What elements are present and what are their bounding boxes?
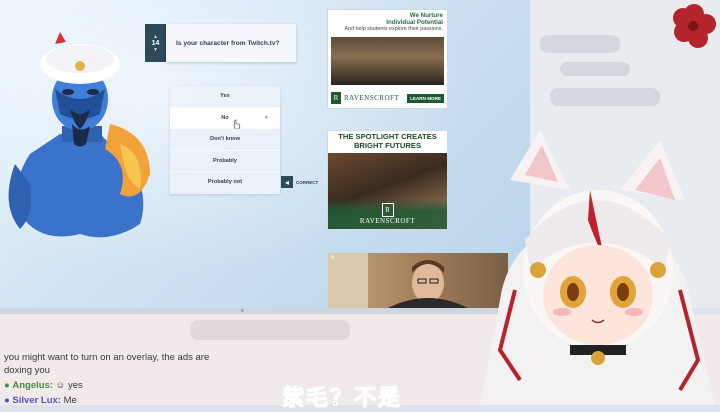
genie-mascot-image bbox=[8, 32, 150, 238]
answer-label: Probably bbox=[213, 157, 237, 164]
ad-headline-line1: We Nurture bbox=[409, 12, 443, 19]
answer-probably-not[interactable]: Probably not bbox=[170, 172, 280, 193]
user-badge-icon: ● bbox=[4, 395, 10, 406]
ad-headline: We Nurture Individual Potential bbox=[328, 10, 447, 26]
answer-label: Probably not bbox=[207, 179, 243, 186]
ad-logo-bar: R RAVENSCROFT bbox=[328, 199, 447, 229]
answer-label: Yes bbox=[220, 93, 230, 100]
chat-username: Silver Lux: bbox=[12, 395, 61, 406]
close-icon[interactable]: ✕ bbox=[330, 254, 335, 261]
blurred-element bbox=[540, 35, 620, 53]
stream-subtitle: 紫毛？不是 bbox=[281, 385, 403, 411]
chat-message: ● Angelus: ☺ yes bbox=[4, 380, 83, 391]
blurred-element bbox=[560, 62, 630, 76]
arrow-left-icon: ◂ bbox=[281, 176, 293, 188]
user-badge-icon: ● bbox=[4, 380, 10, 391]
learn-more-button[interactable]: LEARN MORE bbox=[407, 93, 444, 103]
blurred-element bbox=[190, 320, 350, 340]
ad-headline: THE SPOTLIGHT CREATES BRIGHT FUTURES bbox=[328, 131, 447, 150]
chat-text: you might want to turn on an overlay, th… bbox=[4, 352, 210, 363]
ravenscroft-logo-icon: R bbox=[331, 92, 341, 104]
akinator-game-area: ▲ 14 ▼ Is your character from Twitch.tv?… bbox=[0, 0, 530, 308]
ad-headline-line2: Individual Potential bbox=[386, 19, 443, 26]
question-number: 14 bbox=[151, 39, 160, 47]
blurred-element bbox=[550, 88, 660, 106]
correct-button[interactable]: ◂ CORRECT bbox=[281, 176, 318, 188]
advertisement-banner-1[interactable]: We Nurture Individual Potential And help… bbox=[328, 10, 447, 108]
chat-text: Me bbox=[63, 395, 77, 406]
chevron-down-icon: ▼ bbox=[153, 46, 158, 53]
ad-headline-line2: BRIGHT FUTURES bbox=[353, 140, 422, 150]
chat-text: yes bbox=[68, 380, 83, 391]
question-bubble: Is your character from Twitch.tv? bbox=[166, 24, 296, 62]
chat-message: you might want to turn on an overlay, th… bbox=[4, 352, 209, 363]
emote-icon: ☺ bbox=[55, 380, 66, 391]
answer-list: Yes No » Don't know Probably Probably not bbox=[170, 86, 280, 194]
answer-yes[interactable]: Yes bbox=[170, 86, 280, 108]
ad-orchestra-photo bbox=[331, 37, 444, 85]
flower-decoration-icon bbox=[673, 4, 716, 48]
question-text: Is your character from Twitch.tv? bbox=[176, 39, 280, 47]
chat-message: doxing you bbox=[4, 365, 50, 376]
answer-label: No bbox=[221, 114, 229, 121]
answer-probably[interactable]: Probably bbox=[170, 151, 280, 172]
vtuber-avatar bbox=[480, 130, 715, 405]
chevron-up-icon: ▲ bbox=[153, 33, 158, 40]
hand-cursor-icon bbox=[233, 119, 241, 129]
answer-no[interactable]: No » bbox=[170, 107, 280, 129]
advertisement-banner-2[interactable]: THE SPOTLIGHT CREATES BRIGHT FUTURES R R… bbox=[328, 131, 447, 229]
answer-dont-know[interactable]: Don't know bbox=[170, 129, 280, 151]
chat-message: ● Silver Lux: Me bbox=[4, 395, 77, 406]
ravenscroft-logo-icon: R bbox=[381, 203, 394, 217]
ad-subline: And help students explore their passions… bbox=[344, 26, 443, 32]
ad-logo-bar: R RAVENSCROFT LEARN MORE bbox=[328, 88, 447, 108]
correct-label: CORRECT bbox=[296, 179, 319, 185]
answer-label: Don't know bbox=[210, 136, 240, 143]
chat-text: doxing you bbox=[4, 365, 50, 376]
chevron-right-icon: » bbox=[264, 114, 268, 121]
ad-brand: RAVENSCROFT bbox=[344, 94, 400, 102]
question-number-badge: ▲ 14 ▼ bbox=[145, 24, 166, 62]
ad-brand: RAVENSCROFT bbox=[359, 217, 416, 225]
chat-username: Angelus: bbox=[12, 380, 54, 391]
